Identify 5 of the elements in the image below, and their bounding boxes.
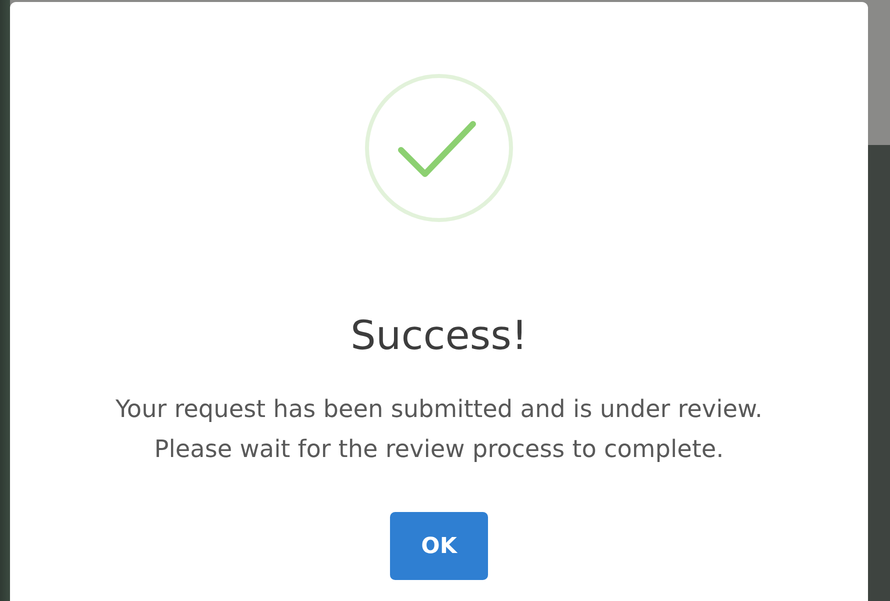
ok-button[interactable]: OK: [390, 512, 488, 580]
success-check-icon: [363, 72, 515, 224]
message-text: Your request has been submitted and is under review.: [115, 394, 763, 425]
message-text: Please wait for the review process to complete.: [154, 434, 724, 465]
dialog-title: Success!: [350, 312, 528, 360]
